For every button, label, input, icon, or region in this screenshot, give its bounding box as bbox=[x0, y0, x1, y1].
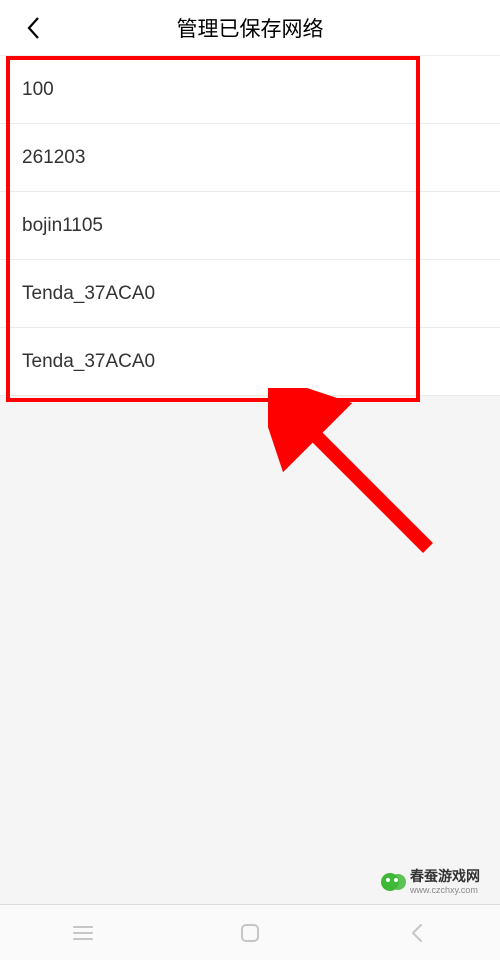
square-icon bbox=[239, 922, 261, 944]
network-list: 100 261203 bojin1105 Tenda_37ACA0 Tenda_… bbox=[0, 56, 500, 396]
menu-icon bbox=[72, 924, 94, 942]
annotation-arrow-icon bbox=[268, 388, 448, 568]
watermark-url: www.czchxy.com bbox=[410, 885, 480, 896]
network-item[interactable]: 100 bbox=[0, 56, 500, 124]
network-name: 100 bbox=[22, 79, 54, 101]
chevron-left-icon bbox=[409, 922, 425, 944]
network-item[interactable]: 261203 bbox=[0, 124, 500, 192]
nav-back-button[interactable] bbox=[397, 913, 437, 953]
nav-home-button[interactable] bbox=[230, 913, 270, 953]
network-name: Tenda_37ACA0 bbox=[22, 351, 155, 373]
page-title: 管理已保存网络 bbox=[0, 13, 500, 43]
back-button[interactable] bbox=[18, 13, 48, 43]
back-icon bbox=[26, 16, 40, 40]
watermark-logo-icon bbox=[380, 869, 406, 895]
network-item[interactable]: bojin1105 bbox=[0, 192, 500, 260]
network-name: Tenda_37ACA0 bbox=[22, 283, 155, 305]
network-name: bojin1105 bbox=[22, 215, 103, 237]
header: 管理已保存网络 bbox=[0, 0, 500, 56]
network-item[interactable]: Tenda_37ACA0 bbox=[0, 328, 500, 396]
network-item[interactable]: Tenda_37ACA0 bbox=[0, 260, 500, 328]
watermark-text: 春蚕游戏网 www.czchxy.com bbox=[410, 868, 480, 896]
system-navbar bbox=[0, 904, 500, 960]
watermark-title: 春蚕游戏网 bbox=[410, 868, 480, 885]
network-name: 261203 bbox=[22, 147, 85, 169]
watermark: 春蚕游戏网 www.czchxy.com bbox=[380, 852, 500, 912]
nav-recent-button[interactable] bbox=[63, 913, 103, 953]
